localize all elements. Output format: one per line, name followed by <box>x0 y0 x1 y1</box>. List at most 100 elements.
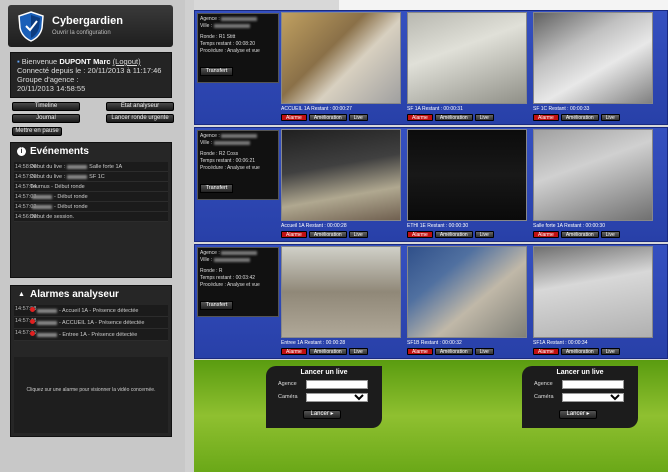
redacted <box>37 308 57 313</box>
alarme-button[interactable]: Alarme <box>281 348 307 355</box>
live-button[interactable]: Live <box>600 231 620 238</box>
alarme-button[interactable]: Alarme <box>281 114 307 121</box>
events-panel: i Evénements 14:58:26 Début du live : Sall… <box>10 142 172 278</box>
redacted <box>221 133 258 138</box>
camera-feed[interactable] <box>407 12 527 104</box>
event-row: 14:57:21 Début du live : SF 1C <box>14 172 168 182</box>
etat-analyseur-button[interactable]: Etat analyseur <box>106 102 174 111</box>
live-button[interactable]: Live <box>348 114 368 121</box>
alarm-text: - Entree 1A - Présence détectée <box>30 330 137 339</box>
live-button[interactable]: Live <box>348 231 368 238</box>
alarme-button[interactable]: Alarme <box>407 114 433 121</box>
transfer-button[interactable]: Transfert <box>200 67 233 76</box>
live-button[interactable]: Live <box>474 231 494 238</box>
alarm-row[interactable]: 14:57:58 - Accueil 1A - Présence détecté… <box>14 305 168 317</box>
agence-input[interactable] <box>306 380 368 389</box>
launch-live-title: Lancer un live <box>300 369 348 376</box>
alarm-time: 14:57:30 <box>15 330 37 336</box>
amelioration-button[interactable]: Amélioration <box>434 231 473 238</box>
alarm-row[interactable]: 14:57:30 - Entree 1A - Présence détectée <box>14 329 168 341</box>
amelioration-button[interactable]: Amélioration <box>308 348 347 355</box>
event-time: 14:56:39 <box>15 214 37 220</box>
camera-feed[interactable] <box>281 12 401 104</box>
camera-feed[interactable] <box>533 129 653 221</box>
redacted <box>32 194 52 199</box>
alarm-hint: Cliquez sur une alarme pour visionner la… <box>14 357 168 433</box>
amelioration-button[interactable]: Amélioration <box>308 231 347 238</box>
camera-label: Caméra <box>534 394 554 400</box>
alarm-row[interactable]: 14:57:48 - ACCUEIL 1A - Présence détecté… <box>14 317 168 329</box>
alarme-button[interactable]: Alarme <box>281 231 307 238</box>
camera-feed[interactable] <box>281 246 401 338</box>
amelioration-button[interactable]: Amélioration <box>308 114 347 121</box>
round-row: Agence : Ville : Ronde : R Temps restant… <box>194 244 668 359</box>
logo-area[interactable]: Cybergardien Ouvrir la configuration <box>8 5 173 47</box>
amelioration-button[interactable]: Amélioration <box>560 348 599 355</box>
event-time: 14:58:26 <box>15 164 37 170</box>
user-panel: ▪ Bienvenue DUPONT Marc (Logout) Connect… <box>10 52 172 98</box>
launch-live-form-2: Lancer un live Agence Caméra Lancer ▸ <box>522 366 638 428</box>
pause-button[interactable]: Mettre en pause <box>12 127 62 136</box>
alarme-button[interactable]: Alarme <box>533 114 559 121</box>
camera-feed[interactable] <box>281 129 401 221</box>
live-button[interactable]: Live <box>474 114 494 121</box>
transfer-button[interactable]: Transfert <box>200 301 233 310</box>
transfer-button[interactable]: Transfert <box>200 184 233 193</box>
procedure: Procédure : Analyse et vue <box>200 165 260 171</box>
main-area: Agence : Ville : Ronde : R1 Stitt Temps … <box>194 0 668 472</box>
time-remaining: Temps restant : 00:06:21 <box>200 158 256 164</box>
event-text: Début du live : Salle forte 1A <box>30 164 123 170</box>
camera-select[interactable] <box>306 393 368 402</box>
agence-label: Agence <box>534 381 553 387</box>
logout-link[interactable]: (Logout) <box>113 57 141 66</box>
alarm-time: 14:57:48 <box>15 318 37 324</box>
time-remaining: Temps restant : 00:08:20 <box>200 41 256 47</box>
open-config-link[interactable]: Ouvrir la configuration <box>52 30 111 36</box>
event-time: 14:57:21 <box>15 174 37 180</box>
brand-title: Cybergardien <box>52 15 123 27</box>
round-row: Agence : Ville : Ronde : R2 Coss Temps r… <box>194 127 668 242</box>
live-button[interactable]: Live <box>600 114 620 121</box>
live-button[interactable]: Live <box>474 348 494 355</box>
event-time: 14:57:03 <box>15 194 37 200</box>
redacted <box>213 23 250 28</box>
amelioration-button[interactable]: Amélioration <box>560 114 599 121</box>
redacted <box>221 250 258 255</box>
round-name: Ronde : R2 Coss <box>200 151 239 157</box>
info-icon: i <box>17 147 26 156</box>
round-name: Ronde : R1 Stitt <box>200 34 236 40</box>
camera-feed[interactable] <box>533 12 653 104</box>
camera-feed[interactable] <box>407 129 527 221</box>
live-button[interactable]: Live <box>348 348 368 355</box>
event-row: 14:57:02 - Début ronde <box>14 202 168 212</box>
amelioration-button[interactable]: Amélioration <box>434 114 473 121</box>
amelioration-button[interactable]: Amélioration <box>560 231 599 238</box>
redacted <box>32 204 52 209</box>
redacted <box>221 16 258 21</box>
redacted <box>37 320 57 325</box>
camera-feed[interactable] <box>407 246 527 338</box>
alarm-dot-icon <box>30 307 35 312</box>
redacted <box>213 140 250 145</box>
amelioration-button[interactable]: Amélioration <box>434 348 473 355</box>
camera-label: ACCUEIL 1A Restant : 00:00:27 <box>281 106 352 112</box>
alarme-button[interactable]: Alarme <box>533 348 559 355</box>
round-name: Ronde : R <box>200 268 223 274</box>
journal-button[interactable]: Journal <box>12 114 80 123</box>
lancer-button[interactable]: Lancer ▸ <box>303 410 341 419</box>
alarme-button[interactable]: Alarme <box>407 231 433 238</box>
alarme-button[interactable]: Alarme <box>407 348 433 355</box>
alarm-text: - Accueil 1A - Présence détectée <box>30 306 139 315</box>
lancer-button[interactable]: Lancer ▸ <box>559 410 597 419</box>
camera-label: Accueil 1A Restant : 00:00:28 <box>281 223 347 229</box>
camera-select[interactable] <box>562 393 624 402</box>
round-info: Agence : Ville : Ronde : R2 Coss Temps r… <box>197 130 279 200</box>
event-row: 14:58:26 Début du live : Salle forte 1A <box>14 162 168 172</box>
agence-input[interactable] <box>562 380 624 389</box>
alarme-button[interactable]: Alarme <box>533 231 559 238</box>
camera-feed[interactable] <box>533 246 653 338</box>
live-button[interactable]: Live <box>600 348 620 355</box>
lancer-ronde-urgente-button[interactable]: Lancer ronde urgente <box>106 114 174 123</box>
user-name: DUPONT Marc <box>59 57 111 66</box>
timeline-button[interactable]: Timeline <box>12 102 80 111</box>
